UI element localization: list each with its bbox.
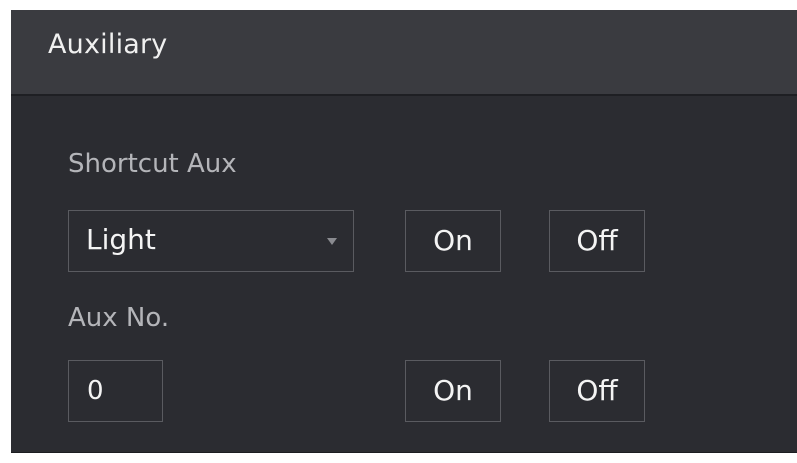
caret-down-icon <box>327 238 337 245</box>
aux-no-on-button[interactable]: On <box>405 360 501 422</box>
shortcut-aux-selected-value: Light <box>86 223 156 256</box>
aux-no-input[interactable]: 0 <box>68 360 163 422</box>
panel-header: Auxiliary <box>11 10 797 96</box>
aux-no-label: Aux No. <box>68 303 170 333</box>
shortcut-aux-off-button[interactable]: Off <box>549 210 645 272</box>
auxiliary-panel: Auxiliary Shortcut Aux Light On Off Aux … <box>11 10 797 453</box>
aux-no-off-button[interactable]: Off <box>549 360 645 422</box>
shortcut-aux-on-button[interactable]: On <box>405 210 501 272</box>
shortcut-aux-label: Shortcut Aux <box>68 149 237 179</box>
panel-title: Auxiliary <box>48 29 168 60</box>
aux-no-value: 0 <box>87 376 104 406</box>
shortcut-aux-select[interactable]: Light <box>68 210 354 272</box>
